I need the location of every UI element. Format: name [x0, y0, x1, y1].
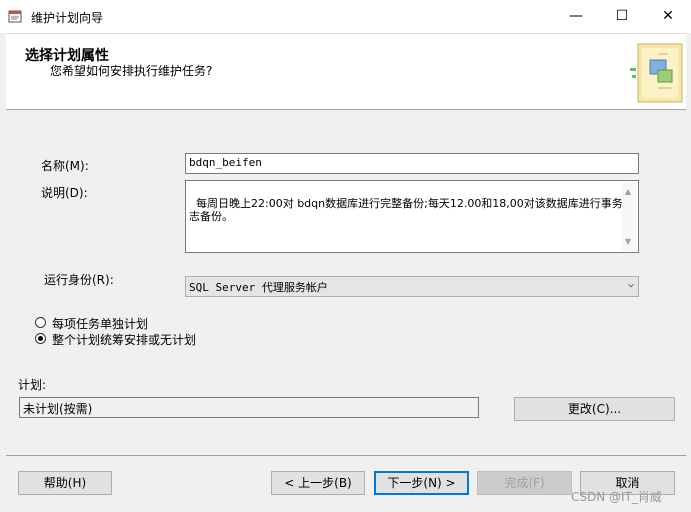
name-label: 名称(M): [41, 159, 89, 173]
finish-button[interactable]: 完成(F) [477, 471, 572, 495]
chevron-down-icon: ⌵ [627, 279, 634, 290]
name-field[interactable]: bdqn_beifen [185, 153, 639, 174]
description-label: 说明(D): [41, 186, 88, 200]
description-scrollbar[interactable]: ▲ ▼ [622, 182, 637, 251]
app-maintenance-icon [8, 10, 22, 23]
schedule-field: 未计划(按需) [19, 397, 479, 418]
next-button[interactable]: 下一步(N) > [374, 471, 469, 495]
footer-divider [6, 455, 686, 456]
back-button[interactable]: < 上一步(B) [271, 471, 365, 495]
run-as-select[interactable]: SQL Server 代理服务帐户 ⌵ [185, 276, 639, 297]
help-button[interactable]: 帮助(H) [18, 471, 112, 495]
scroll-down-icon[interactable]: ▼ [625, 235, 631, 248]
wizard-illustration-icon [630, 43, 683, 103]
radio-single-schedule[interactable] [35, 333, 46, 344]
change-schedule-button[interactable]: 更改(C)... [514, 397, 675, 421]
minimize-button[interactable]: — [553, 0, 599, 33]
window-title: 维护计划向导 [31, 11, 104, 25]
run-as-label: 运行身份(R): [44, 273, 114, 287]
radio-single-label[interactable]: 整个计划统筹安排或无计划 [52, 331, 196, 348]
wizard-header: 选择计划属性 您希望如何安排执行维护任务? [6, 33, 686, 110]
page-subtitle: 您希望如何安排执行维护任务? [50, 64, 213, 78]
schedule-label: 计划: [18, 378, 47, 392]
close-button[interactable]: ✕ [645, 0, 691, 33]
title-bar: 维护计划向导 — ☐ ✕ [0, 0, 691, 33]
maximize-button[interactable]: ☐ [599, 0, 645, 33]
radio-separate-schedule[interactable] [35, 317, 46, 328]
watermark: CSDN @IT_肖威 [571, 490, 662, 504]
radio-separate-label[interactable]: 每项任务单独计划 [52, 315, 148, 332]
run-as-value: SQL Server 代理服务帐户 [189, 281, 328, 294]
scroll-up-icon[interactable]: ▲ [625, 185, 631, 198]
description-text: 每周日晚上22:00对 bdqn数据库进行完整备份;每天12.00和18,00对… [189, 197, 634, 223]
description-field[interactable]: 每周日晚上22:00对 bdqn数据库进行完整备份;每天12.00和18,00对… [185, 180, 639, 253]
